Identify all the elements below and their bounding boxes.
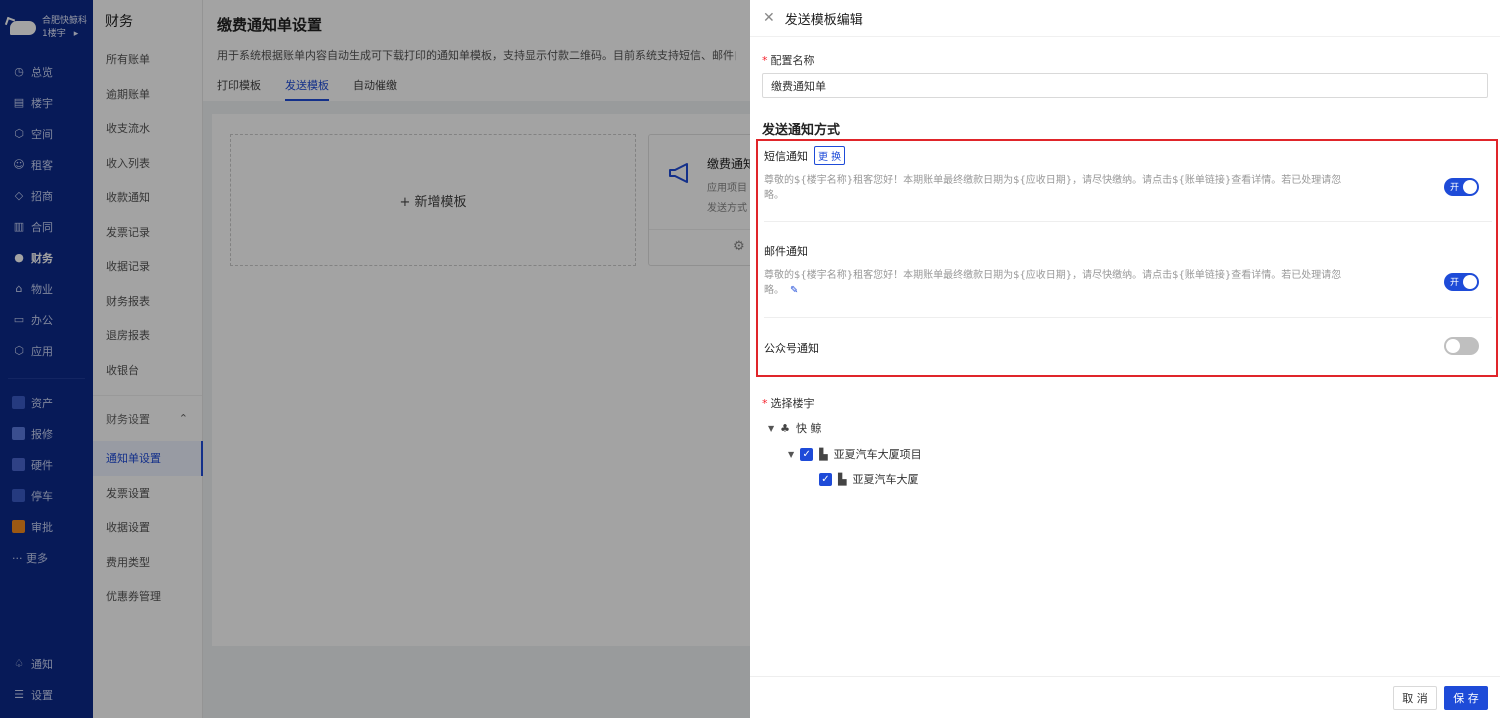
close-icon[interactable]: ✕	[763, 10, 775, 26]
sms-label: 短信通知	[764, 149, 808, 163]
checkbox[interactable]: ✓	[800, 447, 814, 461]
config-name-label: * 配置名称	[762, 52, 815, 68]
edit-icon[interactable]: ✎	[790, 285, 798, 296]
tree-node-label: 快 鲸	[796, 422, 822, 435]
label-text: 配置名称	[770, 54, 815, 67]
switch-knob	[1446, 339, 1460, 353]
switch-knob	[1463, 275, 1477, 289]
section-title: 发送通知方式	[762, 123, 841, 138]
switch-text: 开	[1450, 278, 1460, 288]
caret-down-icon[interactable]: ▼	[788, 450, 794, 459]
config-name-input[interactable]: 缴费通知单	[762, 73, 1488, 98]
wechat-label: 公众号通知	[764, 342, 819, 355]
tree-node-project[interactable]: ▼ ✓ ▙ 亚夏汽车大厦项目	[788, 446, 922, 462]
change-button[interactable]: 更 换	[814, 146, 846, 165]
drawer-header: ✕ 发送模板编辑	[750, 0, 1500, 37]
edit-drawer: ✕ 发送模板编辑 * 配置名称 缴费通知单 发送通知方式 短信通知 更 换 尊敬的…	[750, 0, 1500, 718]
label-text: 选择楼宇	[770, 397, 815, 410]
cancel-button[interactable]: 取 消	[1393, 686, 1437, 710]
sms-notify-row: 短信通知 更 换 尊敬的${楼宇名称}租客您好！本期账单最终缴款日期为${应收日…	[764, 146, 1492, 203]
wechat-notify-row: 公众号通知	[764, 340, 1492, 356]
tree-node-building[interactable]: ✓ ▙ 亚夏汽车大厦	[819, 471, 918, 487]
building-icon: ▙	[838, 472, 847, 486]
drawer-title: 发送模板编辑	[784, 12, 863, 28]
tree-node-label: 亚夏汽车大厦	[852, 473, 919, 486]
wechat-switch[interactable]	[1444, 337, 1479, 355]
switch-knob	[1463, 180, 1477, 194]
sms-switch[interactable]: 开	[1444, 178, 1479, 196]
email-template-text: 尊敬的${楼宇名称}租客您好！本期账单最终缴款日期为${应收日期}，请尽快缴纳。…	[764, 268, 1360, 298]
tree-node-root[interactable]: ▼ ♣ 快 鲸	[768, 420, 822, 436]
building-select-label: * 选择楼宇	[762, 395, 815, 411]
email-text: 尊敬的${楼宇名称}租客您好！本期账单最终缴款日期为${应收日期}，请尽快缴纳。…	[764, 270, 1342, 296]
switch-text: 开	[1450, 183, 1460, 193]
divider	[764, 317, 1492, 318]
email-label: 邮件通知	[764, 245, 808, 258]
checkbox[interactable]: ✓	[819, 472, 832, 486]
notify-methods-box: 短信通知 更 换 尊敬的${楼宇名称}租客您好！本期账单最终缴款日期为${应收日…	[756, 139, 1498, 377]
divider	[764, 221, 1492, 222]
drawer-footer: 取 消 保 存	[750, 676, 1500, 718]
caret-down-icon[interactable]: ▼	[768, 424, 774, 433]
save-button[interactable]: 保 存	[1444, 686, 1488, 710]
modal-mask[interactable]	[0, 0, 750, 718]
sms-template-text: 尊敬的${楼宇名称}租客您好！本期账单最终缴款日期为${应收日期}，请尽快缴纳。…	[764, 175, 1342, 201]
building-icon: ▙	[819, 447, 828, 461]
required-mark: *	[762, 397, 768, 410]
email-notify-row: 邮件通知 尊敬的${楼宇名称}租客您好！本期账单最终缴款日期为${应收日期}，请…	[764, 243, 1492, 298]
email-switch[interactable]: 开	[1444, 273, 1479, 291]
tree-node-label: 亚夏汽车大厦项目	[833, 448, 922, 461]
org-icon: ♣	[780, 421, 791, 435]
required-mark: *	[762, 54, 768, 67]
